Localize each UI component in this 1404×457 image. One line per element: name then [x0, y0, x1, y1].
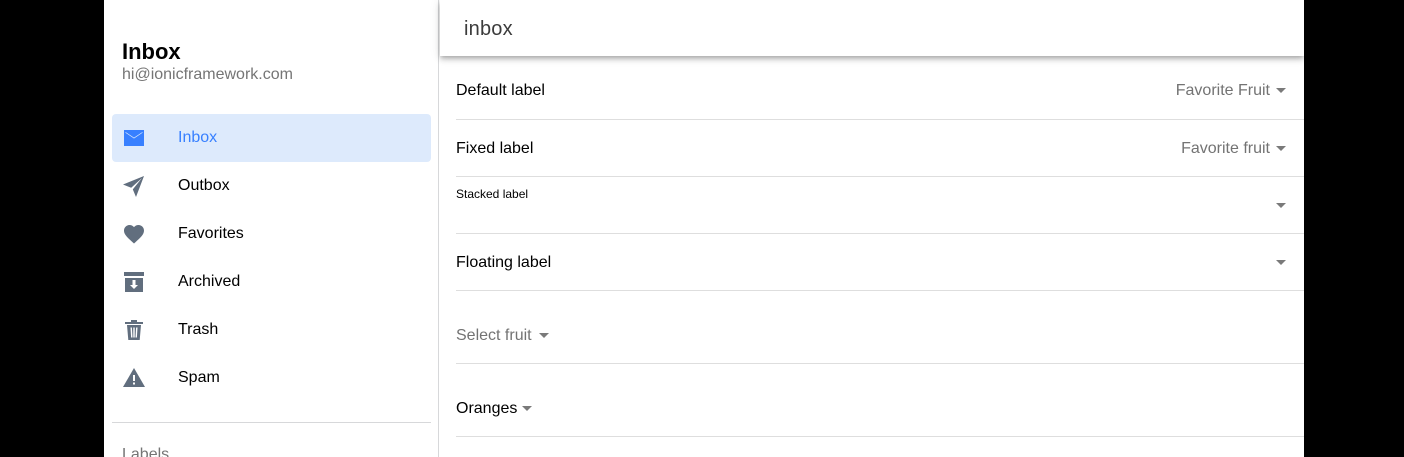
menu-item-spam[interactable]: Spam [112, 354, 431, 402]
stacked-label: Stacked label [456, 187, 529, 201]
menu-item-label: Spam [178, 369, 220, 386]
page-title: inbox [464, 18, 513, 40]
menu-title: Inbox [122, 39, 181, 64]
archive-icon [122, 270, 146, 294]
heart-icon [122, 222, 146, 246]
caret-down-icon [522, 406, 532, 411]
select-form-list: Default label Favorite Fruit Fixed label… [456, 56, 1304, 437]
menu-item-label: Outbox [178, 177, 230, 194]
menu-item-label: Favorites [178, 225, 244, 242]
toolbar: inbox [440, 0, 1304, 56]
paper-plane-icon [122, 174, 146, 198]
select-item-default[interactable]: Default label Favorite Fruit [456, 56, 1304, 120]
floating-label: Floating label [456, 254, 552, 271]
mail-icon [122, 126, 146, 150]
fixed-label: Fixed label [456, 140, 534, 157]
caret-down-icon [1276, 146, 1286, 151]
select-item-stacked[interactable]: Stacked label [456, 177, 1304, 234]
menu-divider [112, 422, 431, 423]
caret-down-icon [1276, 88, 1286, 93]
menu-item-archived[interactable]: Archived [112, 258, 431, 306]
select-item-fruit[interactable]: Select fruit [456, 291, 1304, 364]
trash-icon [122, 318, 146, 342]
oranges-select-value[interactable]: Oranges [456, 400, 517, 418]
caret-down-icon [1276, 260, 1286, 265]
app-window: Inbox hi@ionicframework.com Inbox Outbox… [104, 0, 1304, 457]
menu-item-label: Inbox [178, 129, 218, 146]
fixed-select-value[interactable]: Favorite fruit [1181, 140, 1270, 158]
caret-down-icon [1276, 203, 1286, 208]
menu-item-trash[interactable]: Trash [112, 306, 431, 354]
select-item-floating[interactable]: Floating label [456, 234, 1304, 291]
menu-item-label: Trash [178, 321, 219, 338]
default-select-value[interactable]: Favorite Fruit [1176, 82, 1270, 100]
menu-item-outbox[interactable]: Outbox [112, 162, 431, 210]
select-item-oranges[interactable]: Oranges [456, 364, 1304, 437]
menu-item-label: Archived [178, 273, 241, 290]
warning-icon [122, 366, 146, 390]
side-menu: Inbox hi@ionicframework.com Inbox Outbox… [104, 0, 439, 457]
default-label: Default label [456, 82, 545, 99]
menu-list: Inbox Outbox Favorites Archived Trash Sp… [112, 114, 431, 402]
main-content: inbox Default label Favorite Fruit Fixed… [440, 0, 1304, 457]
select-item-fixed[interactable]: Fixed label Favorite fruit [456, 120, 1304, 177]
caret-down-icon [539, 333, 549, 338]
menu-account-email: hi@ionicframework.com [122, 66, 293, 83]
menu-item-inbox[interactable]: Inbox [112, 114, 431, 162]
menu-section-labels-header: Labels [122, 446, 170, 457]
fruit-select-placeholder[interactable]: Select fruit [456, 327, 532, 345]
menu-item-favorites[interactable]: Favorites [112, 210, 431, 258]
